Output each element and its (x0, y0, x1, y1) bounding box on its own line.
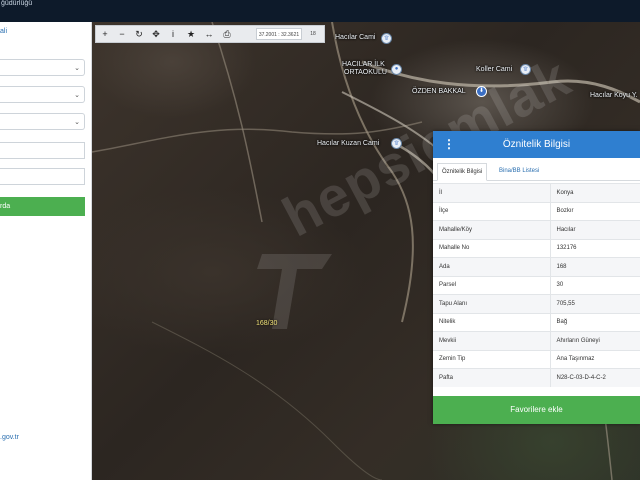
row-value: Ana Taşınmaz (549, 349, 640, 369)
row-label: Mahalle No (433, 238, 550, 258)
map-label-ozden-bakkal: ÖZDEN BAKKAL (412, 88, 466, 95)
block-input[interactable] (0, 142, 85, 159)
locate-icon[interactable]: ✥ (149, 27, 163, 41)
table-row: Ada 168 (433, 257, 640, 276)
map-label-school-2: ORTAOKULU (344, 69, 387, 76)
app-title: ğüdürlüğü (1, 0, 33, 7)
attribute-panel: ⋮ Öznitelik Bilgisi Öznitelik Bilgisi Bi… (433, 131, 640, 424)
district-select[interactable]: ⌄ (0, 86, 85, 103)
row-label: Ada (433, 257, 550, 276)
table-row: Zemin Tip Ana Taşınmaz (433, 349, 640, 369)
chevron-down-icon: ⌄ (74, 92, 80, 99)
row-label: Mahalle/Köy (433, 220, 550, 239)
chevron-down-icon: ⌄ (74, 119, 80, 126)
table-row: Parsel 30 (433, 275, 640, 295)
top-bar: ğüdürlüğü (0, 0, 640, 22)
attribute-table: İl Konya İlçe Bozkır Mahalle/Köy Hacılar Ma… (433, 183, 640, 387)
tab-attribute-info[interactable]: Öznitelik Bilgisi (437, 163, 488, 181)
map-label-school-1: HACILAR İLK (342, 61, 385, 68)
row-label: Zemin Tip (433, 349, 550, 369)
panel-title: Öznitelik Bilgisi (502, 139, 571, 150)
map-toolbar: + − ↻ ✥ i ★ ↔ ⎙ 37.2001 : 32.3621 18 (95, 25, 325, 43)
row-value: Bağ (549, 312, 640, 332)
row-value: 705,55 (549, 294, 640, 313)
panel-header: ⋮ Öznitelik Bilgisi (433, 131, 640, 158)
row-label: Mevkii (433, 331, 550, 350)
table-row: Mahalle/Köy Hacılar (433, 220, 640, 239)
school-pin-icon[interactable]: ● (391, 64, 402, 75)
add-favorite-button[interactable]: Favorilere ekle (433, 396, 640, 424)
row-label: Parsel (433, 275, 550, 295)
row-label: İlçe (433, 201, 550, 221)
star-icon[interactable]: ★ (184, 27, 198, 41)
parcel-label[interactable]: 168/30 (256, 320, 277, 327)
row-label: İl (433, 183, 550, 202)
refresh-icon[interactable]: ↻ (132, 27, 146, 41)
info-icon[interactable]: i (166, 27, 180, 41)
row-value: Bozkır (549, 201, 640, 221)
map-label-hacilar-cami: Hacılar Cami (335, 34, 376, 41)
row-label: Tapu Alanı (433, 294, 550, 313)
print-icon[interactable]: ⎙ (220, 27, 234, 41)
zoom-in-icon[interactable]: + (98, 27, 112, 41)
row-value: 168 (549, 257, 640, 276)
sidebar-header-link[interactable]: ali (0, 28, 7, 35)
parcel-input[interactable] (0, 168, 85, 185)
row-value: Hacılar (549, 220, 640, 239)
row-label: Pafta (433, 368, 550, 387)
mosque-pin-icon[interactable]: ۩ (520, 64, 531, 75)
coordinate-readout: 37.2001 : 32.3621 (256, 28, 302, 40)
table-row: Tapu Alanı 705,55 (433, 294, 640, 313)
row-value: 132176 (549, 238, 640, 258)
row-value: Konya (549, 183, 640, 202)
neighborhood-select[interactable]: ⌄ (0, 113, 85, 130)
table-row: Pafta N28-C-03-D-4-C-2 (433, 368, 640, 387)
table-row: İlçe Bozkır (433, 201, 640, 221)
panel-tabs: Öznitelik Bilgisi Bina/BB Listesi (433, 160, 640, 181)
mosque-pin-icon[interactable]: ۩ (381, 33, 392, 44)
row-value: 30 (549, 275, 640, 295)
table-row: Nitelik Bağ (433, 312, 640, 332)
tab-building-list[interactable]: Bina/BB Listesi (495, 163, 543, 179)
province-select[interactable]: ⌄ (0, 59, 85, 76)
chevron-down-icon: ⌄ (74, 65, 80, 72)
measure-icon[interactable]: ↔ (202, 27, 216, 41)
footer-link[interactable]: .gov.tr (0, 434, 19, 441)
row-value: Ahırların Güneyi (549, 331, 640, 350)
zoom-out-icon[interactable]: − (115, 27, 129, 41)
shop-pin-icon[interactable]: ⬇ (476, 86, 487, 97)
left-sidebar: ali ⌄ ⌄ ⌄ rda .gov.tr (0, 22, 92, 480)
map-label-koller-cami: Koller Cami (476, 66, 513, 73)
table-row: Mahalle No 132176 (433, 238, 640, 258)
table-row: Mevkii Ahırların Güneyi (433, 331, 640, 350)
search-button-label: rda (0, 203, 11, 210)
zoom-level: 18 (310, 31, 316, 37)
row-label: Nitelik (433, 312, 550, 332)
row-value: N28-C-03-D-4-C-2 (549, 368, 640, 387)
map-label-road: Hacılar Koyu Y. (590, 92, 638, 99)
map-label-kuzan-cami: Hacılar Kuzan Cami (317, 140, 380, 147)
search-button[interactable]: rda (0, 197, 85, 216)
mosque-pin-icon[interactable]: ۩ (391, 138, 402, 149)
table-row: İl Konya (433, 183, 640, 202)
